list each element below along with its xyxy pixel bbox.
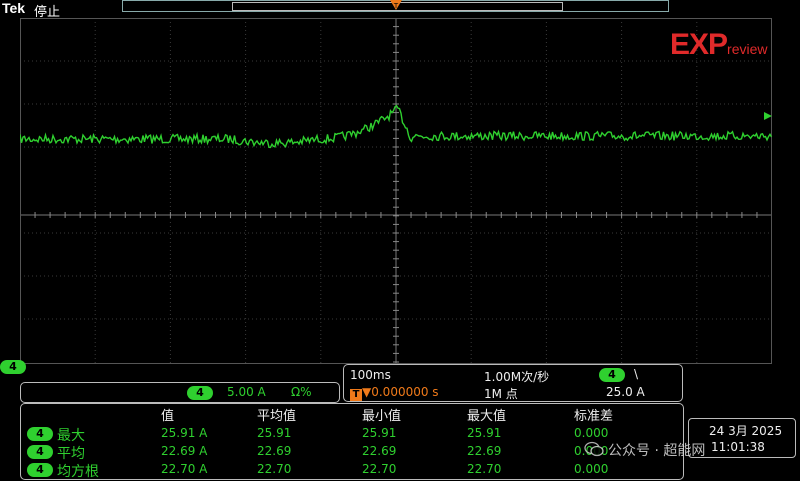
coupling-icon: Ω%	[291, 385, 312, 399]
column-header-stddev: 标准差	[574, 409, 614, 424]
cell-value: 22.70 A	[161, 462, 208, 476]
cell-value: 22.69 A	[161, 444, 208, 458]
exp-review-logo: EXPreview	[670, 28, 768, 62]
center-axis-ticks	[20, 18, 772, 363]
trigger-slope-icon: \	[634, 367, 639, 381]
channel-4-badge: 4	[187, 386, 213, 400]
cell-stddev: 0.000	[574, 462, 609, 476]
trigger-level-icon	[764, 112, 772, 120]
row-channel-badge: 4	[27, 427, 53, 441]
cell-min: 25.91	[362, 426, 397, 440]
cell-value: 25.91 A	[161, 426, 208, 440]
trigger-level: 25.0 A	[606, 385, 645, 399]
top-status-bar: Tek 停止 T	[0, 0, 800, 20]
cell-mean: 22.69	[257, 444, 292, 458]
cell-max: 22.70	[467, 462, 502, 476]
trigger-position-icon: T	[390, 0, 402, 10]
svg-text:T: T	[393, 2, 399, 10]
trigger-icon: T	[350, 389, 362, 401]
vertical-scale: 5.00 A	[227, 385, 266, 399]
waveform-graticule[interactable]	[20, 18, 772, 364]
row-label: 最大	[57, 428, 85, 444]
channel-readout-panel[interactable]: 4 5.00 A Ω%	[20, 382, 340, 403]
trigger-position-value: ▼0.000000 s	[362, 385, 439, 399]
watermark-text: 公众号 · 超能网	[608, 443, 706, 459]
sample-rate: 1.00M次/秒	[484, 370, 550, 384]
row-channel-badge: 4	[27, 463, 53, 477]
row-channel-badge: 4	[27, 445, 53, 459]
column-header-mean: 平均值	[257, 409, 297, 424]
column-header-value: 值	[161, 409, 175, 424]
time-label: 11:01:38	[711, 440, 765, 454]
trigger-position: T ▼0.000000 s	[350, 385, 439, 401]
logo-text-big: EXP	[670, 28, 728, 61]
record-length: 1M 点	[484, 387, 518, 401]
cell-max: 25.91	[467, 426, 502, 440]
cell-min: 22.69	[362, 444, 397, 458]
trigger-source-badge: 4	[599, 368, 625, 382]
column-header-min: 最小值	[362, 409, 402, 424]
timebase-readout-panel[interactable]: 100ms T ▼0.000000 s 1.00M次/秒 1M 点 4 \ 25.…	[343, 364, 683, 402]
watermark: 公众号 · 超能网	[584, 440, 705, 460]
measurement-row-rms[interactable]: 4 均方根 22.70 A 22.70 22.70 22.70 0.000	[21, 461, 683, 480]
cell-max: 22.69	[467, 444, 502, 458]
cell-min: 22.70	[362, 462, 397, 476]
column-header-max: 最大值	[467, 409, 507, 424]
logo-text-small: review	[727, 41, 768, 57]
channel-4-ground-marker[interactable]: 4	[0, 360, 26, 374]
cell-stddev: 0.000	[574, 426, 609, 440]
cell-mean: 25.91	[257, 426, 292, 440]
row-label: 均方根	[57, 464, 99, 480]
wechat-icon	[584, 441, 604, 457]
horizontal-scale: 100ms	[350, 368, 391, 382]
cell-mean: 22.70	[257, 462, 292, 476]
brand-label: Tek	[2, 0, 26, 16]
date-label: 24 3月 2025	[709, 424, 783, 438]
row-label: 平均	[57, 446, 85, 462]
